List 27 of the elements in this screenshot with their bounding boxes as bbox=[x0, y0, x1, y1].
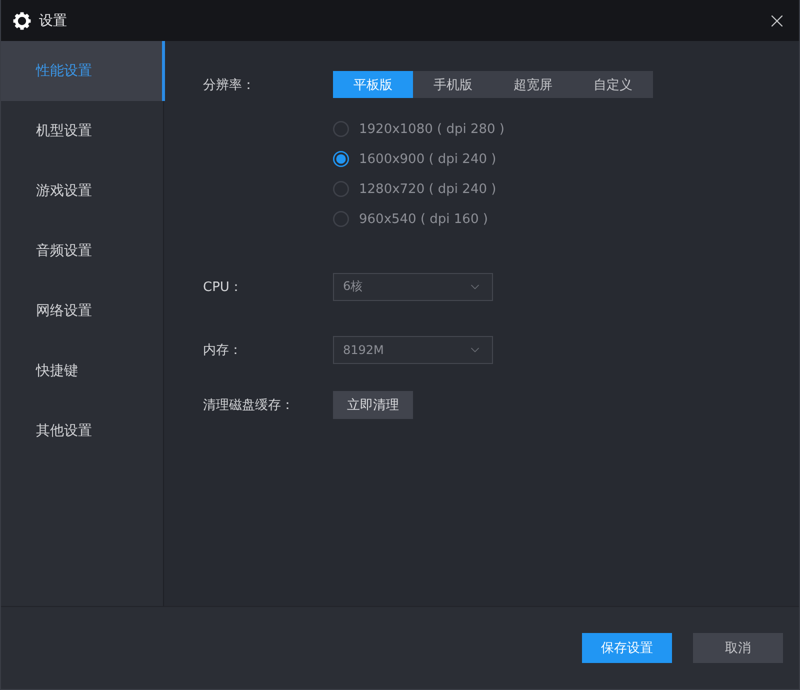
cpu-dropdown[interactable]: 6核 bbox=[333, 272, 493, 300]
sidebar-item[interactable]: 快捷键 bbox=[1, 341, 163, 401]
resolution-option-label: 1280x720 ( dpi 240 ) bbox=[359, 182, 496, 196]
window-title: 设置 bbox=[39, 12, 68, 30]
sidebar-item[interactable]: 其他设置 bbox=[1, 401, 163, 461]
resolution-tab[interactable]: 平板版 bbox=[333, 71, 413, 98]
radio-icon[interactable] bbox=[333, 181, 349, 197]
clear-cache-label: 清理磁盘缓存： bbox=[203, 396, 295, 414]
radio-selected-icon[interactable] bbox=[333, 151, 349, 167]
cancel-button[interactable]: 取消 bbox=[693, 633, 783, 663]
resolution-option-label: 960x540 ( dpi 160 ) bbox=[359, 212, 488, 226]
resolution-option-label: 1600x900 ( dpi 240 ) bbox=[359, 152, 496, 166]
save-button[interactable]: 保存设置 bbox=[582, 633, 672, 663]
resolution-option-label: 1920x1080 ( dpi 280 ) bbox=[359, 122, 504, 136]
radio-icon[interactable] bbox=[333, 211, 349, 227]
memory-label: 内存： bbox=[203, 342, 243, 358]
sidebar-item[interactable]: 音频设置 bbox=[1, 221, 163, 281]
sidebar-item[interactable]: 游戏设置 bbox=[1, 161, 163, 221]
sidebar-item[interactable]: 网络设置 bbox=[1, 281, 163, 341]
sidebar-item[interactable]: 性能设置 bbox=[1, 41, 165, 101]
gear-icon bbox=[13, 12, 31, 30]
resolution-label: 分辨率： bbox=[203, 76, 256, 94]
radio-icon[interactable] bbox=[333, 121, 349, 137]
sidebar-item[interactable]: 机型设置 bbox=[1, 101, 163, 161]
memory-dropdown[interactable]: 8192M bbox=[333, 336, 493, 364]
clear-now-button[interactable]: 立即清理 bbox=[333, 390, 413, 418]
cpu-label: CPU： bbox=[203, 278, 244, 296]
